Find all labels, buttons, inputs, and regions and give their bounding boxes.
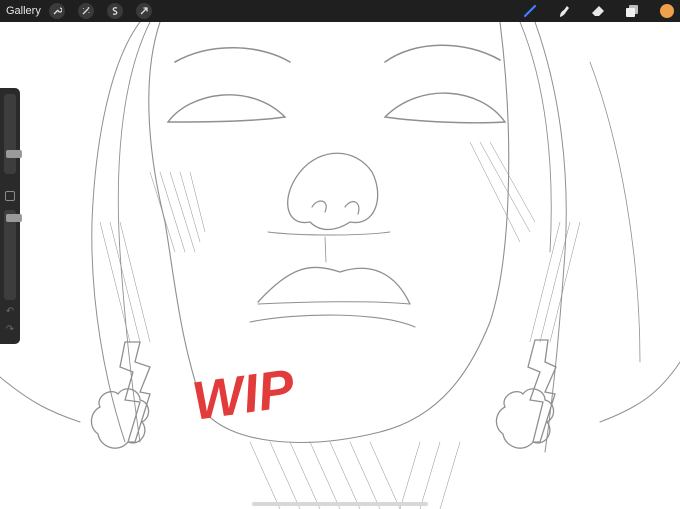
redo-button[interactable]: ↷ (4, 324, 16, 336)
undo-button[interactable]: ↶ (4, 306, 16, 318)
eraser-button[interactable] (590, 3, 606, 19)
smudge-icon (560, 6, 569, 17)
brush-size-thumb[interactable] (6, 150, 22, 158)
brush-size-slider[interactable] (4, 94, 22, 174)
brush-button[interactable] (522, 3, 538, 19)
right-toolset (504, 0, 680, 22)
brush-opacity-thumb[interactable] (6, 214, 22, 222)
transform-button[interactable] (135, 3, 152, 19)
color-picker-button[interactable] (660, 4, 674, 18)
modify-button[interactable] (5, 191, 15, 201)
transform-arrow-icon (140, 7, 148, 15)
face-sketch (0, 22, 680, 509)
smudge-button[interactable] (556, 3, 572, 19)
selection-icon (112, 7, 118, 15)
wrench-icon (53, 7, 62, 15)
adjustments-button[interactable] (77, 3, 94, 19)
eraser-icon (592, 6, 604, 16)
layers-icon (626, 5, 638, 17)
selection-button[interactable] (106, 3, 123, 19)
brush-opacity-slider[interactable] (4, 210, 22, 300)
layers-button[interactable] (624, 3, 640, 19)
gallery-button[interactable]: Gallery (6, 5, 41, 17)
brush-sidebar: ↶ ↷ (0, 88, 22, 344)
wip-annotation: WIP (189, 358, 299, 432)
home-indicator (252, 502, 428, 506)
actions-button[interactable] (48, 3, 65, 19)
magic-wand-icon (82, 7, 90, 15)
drawing-canvas[interactable]: WIP (0, 22, 680, 509)
brush-icon (523, 4, 537, 18)
top-toolbar: Gallery (0, 0, 680, 22)
